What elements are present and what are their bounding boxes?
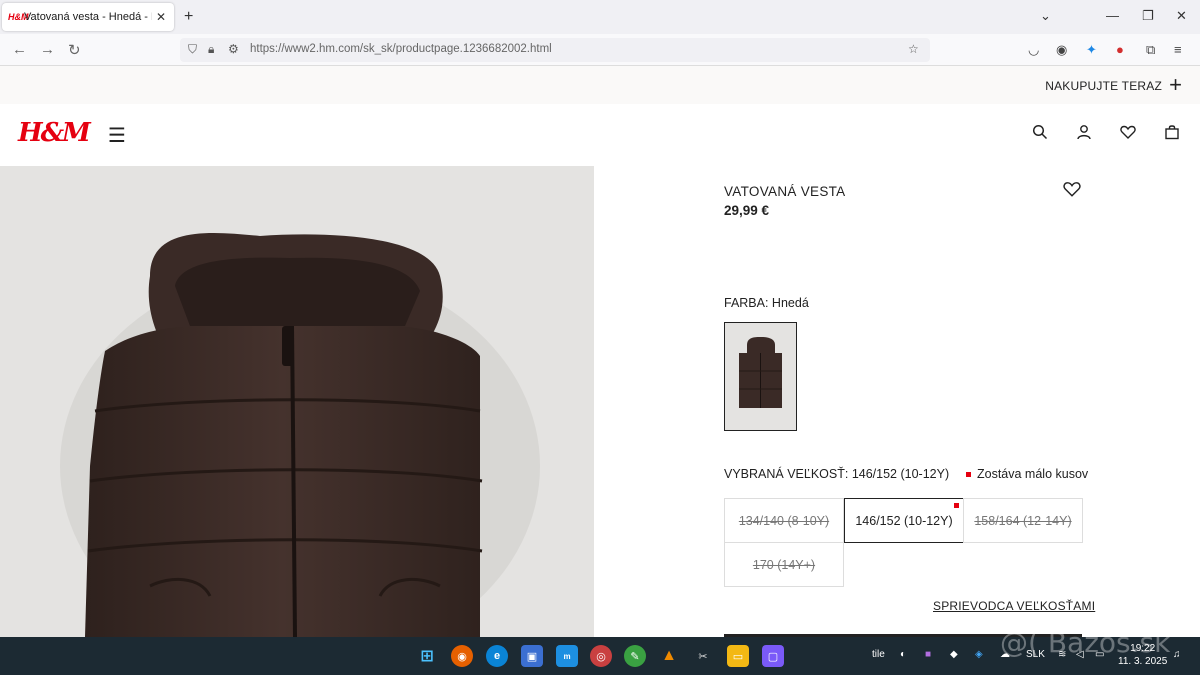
close-tab-icon[interactable]: ✕: [156, 10, 166, 24]
vest-thumbnail: [739, 337, 782, 408]
notifications-bell-icon[interactable]: ♫: [1173, 649, 1181, 660]
windows-start-icon[interactable]: ⊞: [416, 645, 438, 667]
tray-app-icon[interactable]: ◆: [950, 649, 958, 660]
extensions-puzzle-icon[interactable]: ⧉: [1146, 42, 1155, 58]
shopping-bag-icon[interactable]: [1164, 124, 1180, 145]
close-window-icon[interactable]: ✕: [1176, 8, 1187, 24]
shield-icon[interactable]: ⛉: [188, 42, 197, 57]
reload-icon[interactable]: ↻: [68, 41, 81, 59]
onenote-icon[interactable]: ■: [925, 649, 931, 660]
account-icon[interactable]: ◉: [1056, 42, 1067, 58]
extension-blue-icon[interactable]: ✦: [1086, 42, 1097, 58]
color-label: FARBA: Hnedá: [724, 296, 809, 310]
vest-photo: [60, 232, 540, 637]
bookmark-star-icon[interactable]: ☆: [908, 42, 919, 56]
tab-title: Vatovaná vesta - Hnedá - DETI: [24, 11, 152, 23]
edge-icon[interactable]: e: [486, 645, 508, 667]
vlc-icon[interactable]: ▲: [658, 645, 680, 667]
watermark: @( Bazos.sk: [1000, 626, 1171, 659]
app-purple-icon[interactable]: ▢: [762, 645, 784, 667]
browser-tab-bar: H&M Vatovaná vesta - Hnedá - DETI ✕ + ⌄ …: [0, 0, 1200, 34]
url-text[interactable]: https://www2.hm.com/sk_sk/productpage.12…: [250, 43, 552, 55]
file-explorer-icon[interactable]: ▭: [727, 645, 749, 667]
tab-list-chevron-down-icon[interactable]: ⌄: [1040, 8, 1051, 24]
size-option-170[interactable]: 170 (14Y+): [724, 542, 844, 587]
add-to-favorites-heart-icon[interactable]: [1063, 180, 1081, 203]
app-green-icon[interactable]: ✎: [624, 645, 646, 667]
minimize-icon[interactable]: —: [1106, 8, 1119, 23]
product-title: VATOVANÁ VESTA: [724, 184, 846, 199]
firefox-icon[interactable]: ◉: [451, 645, 473, 667]
selected-size-label: VYBRANÁ VEĽKOSŤ: 146/152 (10-12Y): [724, 467, 950, 481]
app-icon[interactable]: m: [556, 645, 578, 667]
size-guide-link[interactable]: SPRIEVODCA VEĽKOSŤAMI: [933, 599, 1095, 613]
product-image[interactable]: [0, 166, 594, 637]
size-option-134-140[interactable]: 134/140 (8-10Y): [724, 498, 844, 543]
app-red-icon[interactable]: ◎: [590, 645, 612, 667]
hamburger-menu-icon[interactable]: ☰: [108, 123, 126, 148]
color-swatch-brown[interactable]: [724, 322, 797, 431]
size-option-label: 158/164 (12-14Y): [974, 513, 1072, 528]
new-tab-icon[interactable]: +: [184, 8, 193, 26]
back-arrow-icon[interactable]: ←: [12, 41, 27, 58]
tray-app-icon[interactable]: ◐: [900, 649, 906, 660]
lock-icon[interactable]: 🔒︎: [208, 42, 214, 57]
address-bar[interactable]: ⛉ 🔒︎ ⚙︎ https://www2.hm.com/sk_sk/produc…: [180, 38, 930, 62]
low-stock-dot-icon: [954, 503, 959, 508]
low-stock-indicator: Zostáva málo kusov: [966, 467, 1088, 481]
favorites-heart-icon[interactable]: [1120, 124, 1136, 145]
size-option-label: 170 (14Y+): [752, 557, 816, 572]
low-stock-dot-icon: [966, 472, 971, 478]
tray-text[interactable]: tile: [872, 649, 885, 660]
app-menu-icon[interactable]: ≡: [1174, 42, 1182, 57]
low-stock-text: Zostáva málo kusov: [977, 467, 1089, 481]
pocket-icon[interactable]: ◡: [1028, 42, 1039, 58]
size-option-label: 146/152 (10-12Y): [855, 513, 953, 528]
browser-tab[interactable]: H&M Vatovaná vesta - Hnedá - DETI ✕: [2, 3, 174, 31]
promo-banner[interactable]: NAKUPUJTE TERAZ +: [0, 66, 1200, 104]
defender-icon[interactable]: ◈: [975, 649, 983, 660]
site-header: H&M ☰: [0, 104, 1200, 166]
promo-link[interactable]: NAKUPUJTE TERAZ: [1045, 79, 1162, 93]
browser-nav-bar: ← → ↻ ⛉ 🔒︎ ⚙︎ https://www2.hm.com/sk_sk/…: [0, 34, 1200, 66]
hm-favicon-icon: H&M: [8, 12, 29, 22]
app-tool-icon[interactable]: ✂: [692, 645, 714, 667]
size-option-158-164[interactable]: 158/164 (12-14Y): [963, 498, 1083, 543]
product-price: 29,99 €: [724, 203, 770, 218]
forward-arrow-icon[interactable]: →: [40, 41, 55, 58]
plus-icon[interactable]: +: [1169, 72, 1182, 98]
hm-logo[interactable]: H&M: [18, 118, 91, 148]
search-icon[interactable]: [1032, 124, 1048, 145]
extension-badge-icon[interactable]: ●: [1116, 42, 1124, 57]
account-user-icon[interactable]: [1076, 124, 1092, 145]
restore-icon[interactable]: ❐: [1142, 8, 1154, 24]
size-option-label: 134/140 (8-10Y): [738, 513, 830, 528]
permissions-icon[interactable]: ⚙︎: [228, 42, 239, 56]
size-option-146-152[interactable]: 146/152 (10-12Y): [844, 498, 964, 543]
store-icon[interactable]: ▣: [521, 645, 543, 667]
